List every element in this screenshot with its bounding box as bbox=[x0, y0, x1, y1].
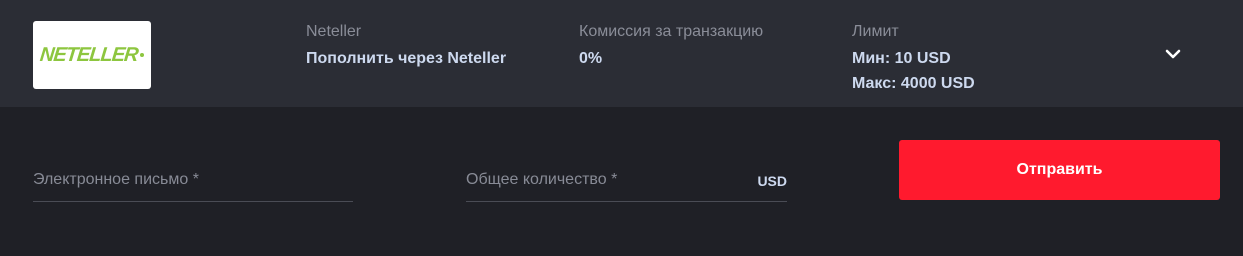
email-placeholder: Электронное письмо * bbox=[33, 171, 199, 188]
method-column: Neteller Пополнить через Neteller bbox=[306, 22, 506, 69]
method-value: Пополнить через Neteller bbox=[306, 50, 507, 67]
commission-column: Комиссия за транзакцию 0% bbox=[579, 22, 763, 69]
currency-suffix: USD bbox=[757, 173, 787, 189]
submit-button[interactable]: Отправить bbox=[899, 140, 1220, 200]
limit-min: Мин: 10 USD bbox=[852, 50, 951, 67]
commission-label: Комиссия за транзакцию bbox=[579, 23, 764, 40]
logo-registered-mark bbox=[139, 53, 144, 57]
limit-column: Лимит Мин: 10 USD Макс: 4000 USD bbox=[852, 22, 975, 94]
method-label: Neteller bbox=[306, 23, 362, 40]
amount-placeholder: Общее количество * bbox=[466, 171, 618, 188]
logo-text: NETELLER bbox=[39, 43, 139, 66]
limit-max: Макс: 4000 USD bbox=[852, 75, 975, 92]
commission-value: 0% bbox=[579, 50, 603, 67]
payment-method-header[interactable]: NETELLER Neteller Пополнить через Netell… bbox=[0, 0, 1243, 107]
amount-field[interactable]: Общее количество * USD bbox=[466, 160, 787, 202]
limit-label: Лимит bbox=[852, 23, 899, 40]
chevron-down-icon[interactable] bbox=[1163, 44, 1183, 64]
neteller-logo: NETELLER bbox=[33, 21, 151, 89]
email-field[interactable]: Электронное письмо * bbox=[33, 160, 353, 202]
